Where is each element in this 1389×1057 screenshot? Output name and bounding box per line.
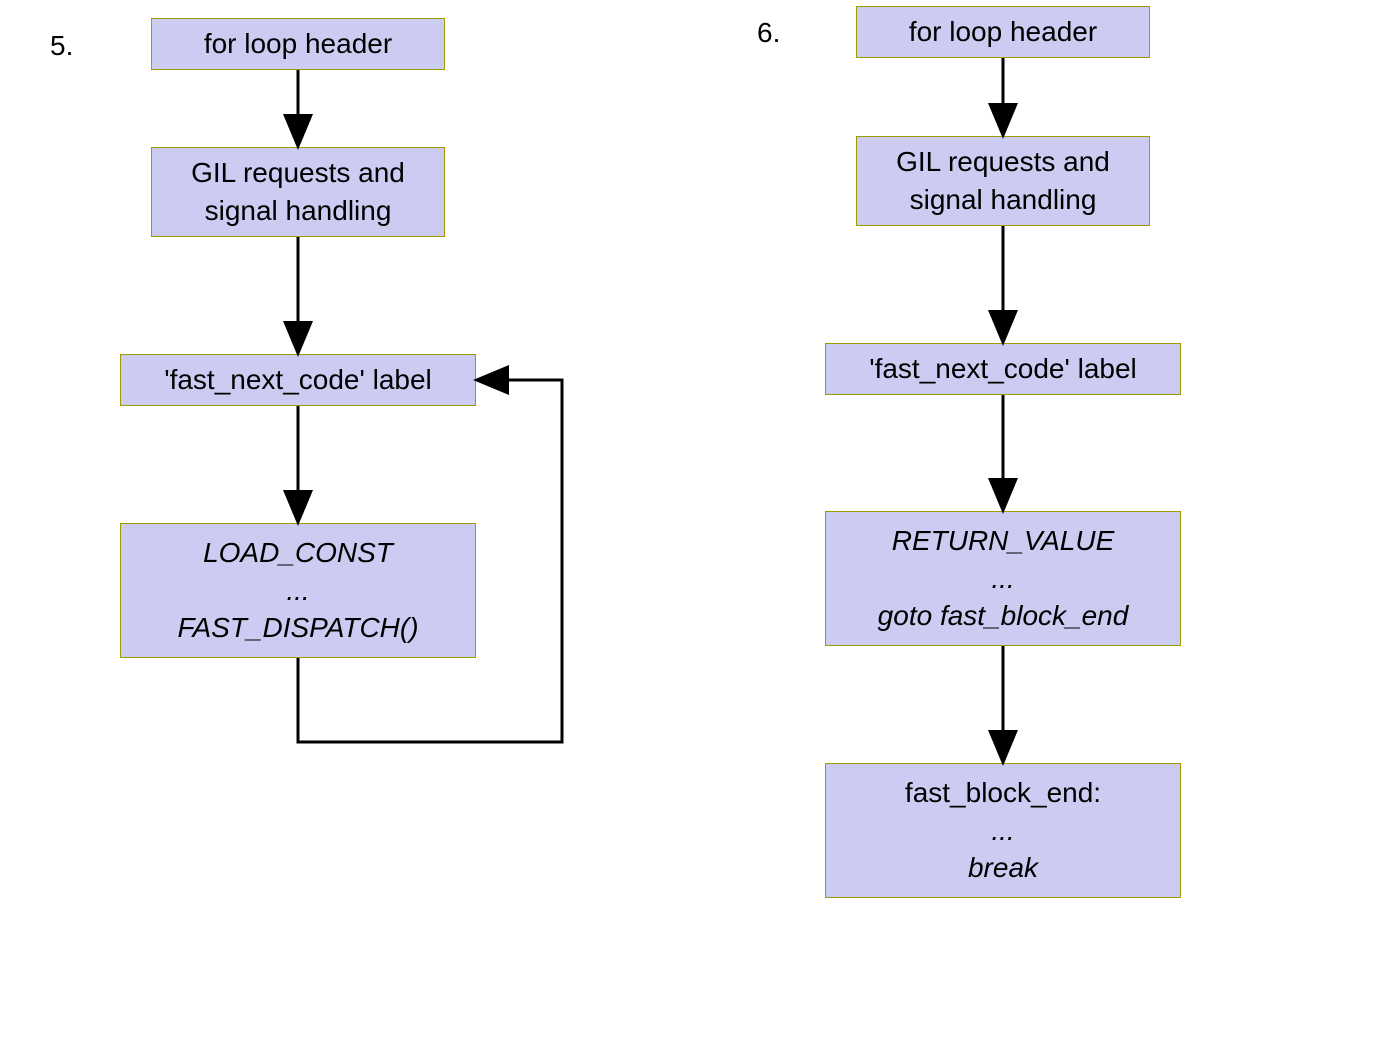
left-box3-text: 'fast_next_code' label	[164, 361, 432, 399]
right-box2-l2: signal handling	[910, 181, 1097, 219]
left-box-fast-next-code: 'fast_next_code' label	[120, 354, 476, 406]
right-box-for-loop-header: for loop header	[856, 6, 1150, 58]
left-box-gil-signal: GIL requests and signal handling	[151, 147, 445, 237]
left-box4-l2: ...	[286, 572, 309, 610]
left-box4-l1: LOAD_CONST	[203, 534, 393, 572]
right-box-fast-block-end: fast_block_end: ... break	[825, 763, 1181, 898]
right-box-fast-next-code: 'fast_next_code' label	[825, 343, 1181, 395]
right-box1-text: for loop header	[909, 13, 1097, 51]
left-box1-text: for loop header	[204, 25, 392, 63]
left-box-for-loop-header: for loop header	[151, 18, 445, 70]
diagram-number-6: 6.	[757, 17, 780, 49]
left-box-load-const: LOAD_CONST ... FAST_DISPATCH()	[120, 523, 476, 658]
right-box4-l3: goto fast_block_end	[878, 597, 1129, 635]
right-box5-l3: break	[968, 849, 1038, 887]
right-box5-l1: fast_block_end:	[905, 774, 1101, 812]
right-box3-text: 'fast_next_code' label	[869, 350, 1137, 388]
left-box2-l1: GIL requests and	[191, 154, 405, 192]
right-box2-l1: GIL requests and	[896, 143, 1110, 181]
right-box5-l2: ...	[991, 812, 1014, 850]
right-box4-l2: ...	[991, 560, 1014, 598]
right-box-return-value: RETURN_VALUE ... goto fast_block_end	[825, 511, 1181, 646]
diagram-number-5: 5.	[50, 30, 73, 62]
left-box4-l3: FAST_DISPATCH()	[177, 609, 418, 647]
right-box-gil-signal: GIL requests and signal handling	[856, 136, 1150, 226]
left-box2-l2: signal handling	[205, 192, 392, 230]
right-box4-l1: RETURN_VALUE	[892, 522, 1115, 560]
